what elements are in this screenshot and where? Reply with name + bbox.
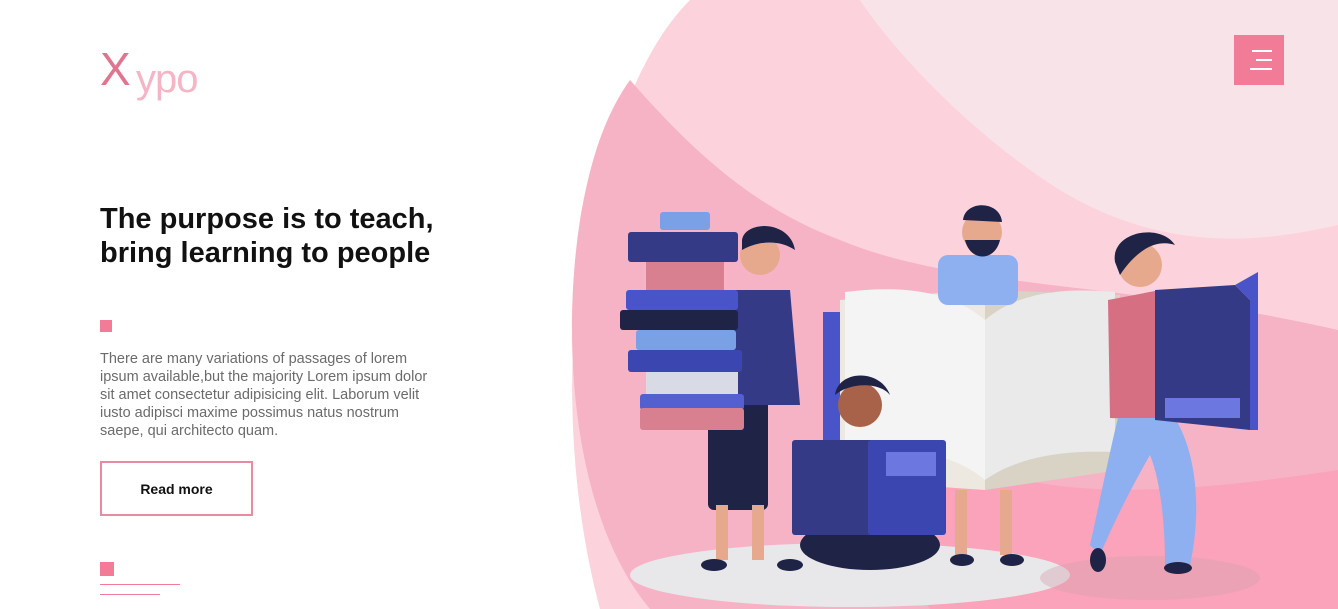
footer-divider-line-short — [100, 594, 160, 595]
read-more-button[interactable]: Read more — [100, 461, 253, 516]
brand-logo[interactable]: X ypo — [100, 44, 210, 104]
logo-wordmark: ypo — [136, 57, 198, 101]
ground-shadow-right — [1040, 556, 1260, 600]
hero-description: There are many variations of passages of… — [100, 351, 428, 439]
accent-square — [100, 320, 112, 332]
footer-accent-square — [100, 562, 114, 576]
menu-button[interactable] — [1234, 35, 1284, 85]
hero-title: The purpose is to teach, bring learning … — [100, 203, 434, 269]
logo-letter: X — [100, 43, 131, 95]
footer-divider-line — [100, 584, 180, 585]
